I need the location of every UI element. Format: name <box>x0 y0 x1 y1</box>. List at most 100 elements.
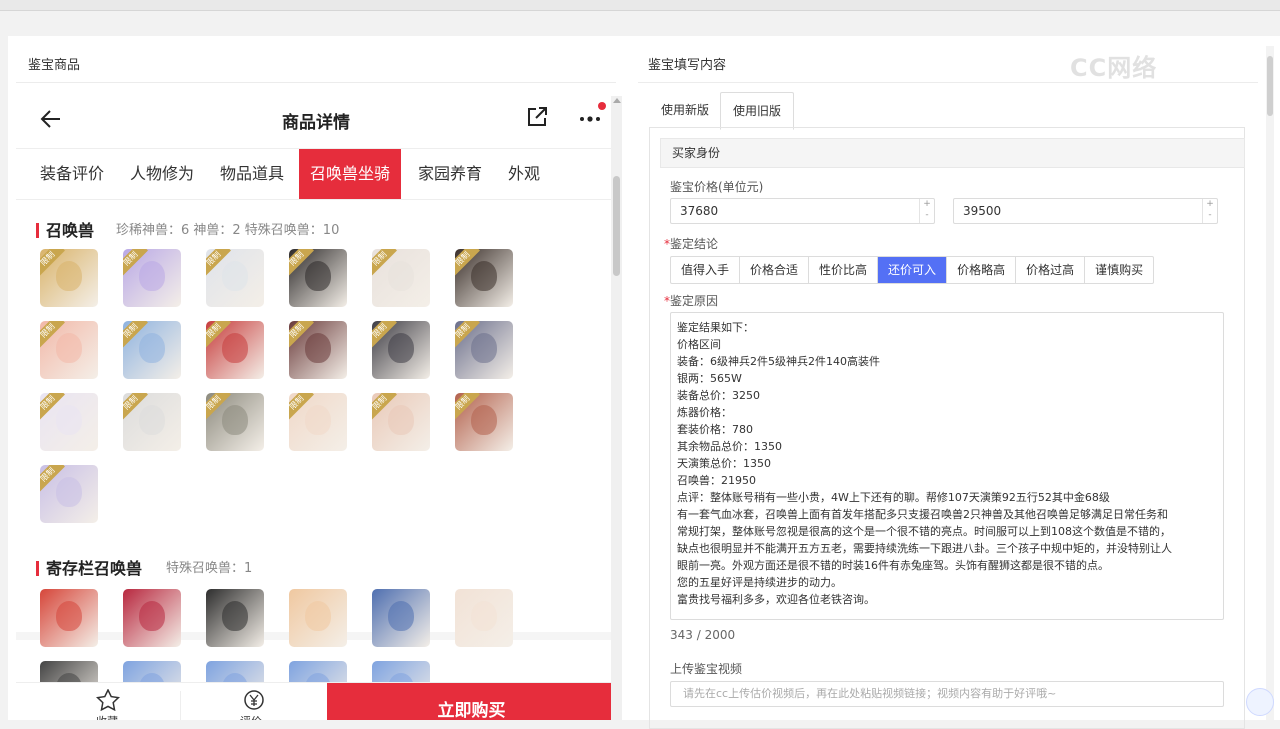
reason-line: 装备：6级神兵2件5级神兵2件140高装件 <box>677 355 880 368</box>
summon-avatar[interactable]: 限制 <box>455 393 513 451</box>
summon-avatar[interactable] <box>206 589 264 647</box>
summon-avatar[interactable]: 限制 <box>123 393 181 451</box>
summon-avatar[interactable] <box>123 589 181 647</box>
tab-summons-mounts[interactable]: 召唤兽坐骑 <box>299 149 402 199</box>
watermark: CC网络 <box>1070 54 1158 82</box>
summon-avatar[interactable]: 限制 <box>455 321 513 379</box>
summon-avatar[interactable]: 限制 <box>123 249 181 307</box>
yen-coin-icon[interactable] <box>243 689 265 711</box>
option-bargain-then-buy[interactable]: 还价可入 <box>878 257 948 283</box>
summon-avatar[interactable]: 限制 <box>40 393 98 451</box>
price-high-input[interactable]: 39500 + - <box>953 198 1218 224</box>
product-detail-preview: 商品详情 装备评价 人物修为 物品道具 召唤兽坐骑 家园养育 外观 召唤兽 珍稀… <box>16 92 616 720</box>
tab-appearance[interactable]: 外观 <box>497 149 551 199</box>
reason-line: 银两：565W <box>677 372 742 385</box>
character-portrait <box>139 333 165 363</box>
character-portrait <box>56 405 82 435</box>
buy-now-button[interactable]: 立即购买 <box>327 683 616 720</box>
reason-line: 套装价格：780 <box>677 423 753 436</box>
reason-label-text: 鉴定原因 <box>670 294 719 308</box>
character-portrait <box>139 405 165 435</box>
character-portrait <box>139 601 165 631</box>
option-buy-carefully[interactable]: 谨慎购买 <box>1085 257 1153 283</box>
character-portrait <box>471 405 497 435</box>
video-label: 上传鉴宝视频 <box>670 662 743 676</box>
title-accent-bar <box>36 223 39 238</box>
reason-line: 您的五星好评是持续进步的动力。 <box>677 576 842 589</box>
option-good-value[interactable]: 性价比高 <box>809 257 879 283</box>
price-low-stepper[interactable]: + - <box>919 199 934 223</box>
reason-line: 眼前一亮。外观方面还是很不错的时装16件有赤兔座驾。头饰有醒狮这都是很不错的点。 <box>677 559 1109 572</box>
summon-avatar[interactable]: 限制 <box>40 321 98 379</box>
support-icon[interactable] <box>1246 688 1274 716</box>
tab-items[interactable]: 物品道具 <box>209 149 295 199</box>
price-low-input[interactable]: 37680 + - <box>670 198 935 224</box>
favorite-label[interactable]: 收藏 <box>96 713 118 720</box>
summon-avatar[interactable]: 限制 <box>206 249 264 307</box>
char-count: 343 / 2000 <box>670 628 736 642</box>
reason-textarea[interactable]: 鉴定结果如下： 价格区间 装备：6级神兵2件5级神兵2件140高装件 银两：56… <box>670 312 1224 620</box>
character-portrait <box>56 477 82 507</box>
summon-avatar[interactable] <box>372 589 430 647</box>
character-portrait <box>471 601 497 631</box>
summon-avatar[interactable]: 限制 <box>40 249 98 307</box>
tab-home[interactable]: 家园养育 <box>407 149 493 199</box>
reason-line: 召唤兽：21950 <box>677 474 756 487</box>
storage-title-text: 寄存栏召唤兽 <box>46 559 143 578</box>
scroll-up-arrow-icon[interactable] <box>613 98 621 103</box>
character-portrait <box>471 261 497 291</box>
price-high-stepper[interactable]: + - <box>1202 199 1217 223</box>
option-worth-buying[interactable]: 值得入手 <box>671 257 741 283</box>
storage-section-title: 寄存栏召唤兽 <box>36 555 142 579</box>
summon-avatar[interactable]: 限制 <box>289 321 347 379</box>
character-portrait <box>471 333 497 363</box>
tab-old-version[interactable]: 使用旧版 <box>720 92 795 130</box>
tab-equipment[interactable]: 装备评价 <box>29 149 115 199</box>
summon-avatar[interactable]: 限制 <box>455 249 513 307</box>
summon-avatar[interactable]: 限制 <box>40 465 98 523</box>
tab-character[interactable]: 人物修为 <box>119 149 205 199</box>
summon-avatar[interactable] <box>40 589 98 647</box>
nav-bar: 商品详情 <box>16 92 616 148</box>
summon-avatar[interactable]: 限制 <box>372 321 430 379</box>
divider <box>638 82 1258 83</box>
summon-avatar[interactable]: 限制 <box>372 249 430 307</box>
scrollbar-thumb[interactable] <box>1267 56 1273 116</box>
conclusion-selector: 值得入手 价格合适 性价比高 还价可入 价格略高 价格过高 谨慎购买 <box>670 256 1155 284</box>
option-too-high[interactable]: 价格过高 <box>1016 257 1086 283</box>
summon-avatar[interactable] <box>455 589 513 647</box>
character-portrait <box>388 405 414 435</box>
share-icon[interactable] <box>524 104 550 130</box>
reason-line: 鉴定结果如下： <box>677 321 754 334</box>
summon-avatar[interactable] <box>289 589 347 647</box>
character-portrait <box>305 261 331 291</box>
summon-avatar[interactable]: 限制 <box>206 393 264 451</box>
option-slightly-high[interactable]: 价格略高 <box>947 257 1017 283</box>
buyer-identity-header: 买家身份 <box>660 138 1245 168</box>
character-portrait <box>222 405 248 435</box>
preview-scrollbar[interactable] <box>611 96 622 720</box>
page-scrollbar[interactable] <box>1266 46 1274 720</box>
star-icon[interactable] <box>96 689 120 711</box>
reason-label: *鉴定原因 <box>664 292 718 309</box>
reason-line: 其余物品总价：1350 <box>677 440 782 453</box>
evaluate-label[interactable]: 评价 <box>240 713 262 720</box>
title-accent-bar <box>36 561 39 576</box>
bottom-action-bar: 收藏 评价 立即购买 <box>16 682 616 720</box>
summon-avatar[interactable]: 限制 <box>123 321 181 379</box>
conclusion-label: *鉴定结论 <box>664 235 718 252</box>
summon-avatar[interactable]: 限制 <box>206 321 264 379</box>
scrollbar-thumb[interactable] <box>613 176 620 276</box>
reason-line: 点评：整体账号稍有一些小贵，4W上下还有的聊。帮修107天演策92五行52其中金… <box>677 491 1110 504</box>
option-fair-price[interactable]: 价格合适 <box>740 257 810 283</box>
video-link-input[interactable]: 请先在cc上传估价视频后，再在此处粘贴视频链接；视频内容有助于好评哦~ <box>670 681 1224 707</box>
reason-line: 有一套气血冰套，召唤兽上面有首发年搭配多只支援召唤兽2只神兽及其他召唤兽足够满足… <box>677 508 1168 521</box>
tab-new-version[interactable]: 使用新版 <box>649 92 721 128</box>
summon-avatar[interactable]: 限制 <box>289 249 347 307</box>
character-portrait <box>305 601 331 631</box>
conclusion-label-text: 鉴定结论 <box>670 237 719 251</box>
reason-line: 富贵找号福利多多，欢迎各位老铁咨询。 <box>677 593 875 606</box>
character-portrait <box>388 333 414 363</box>
summon-avatar[interactable]: 限制 <box>289 393 347 451</box>
summon-avatar[interactable]: 限制 <box>372 393 430 451</box>
